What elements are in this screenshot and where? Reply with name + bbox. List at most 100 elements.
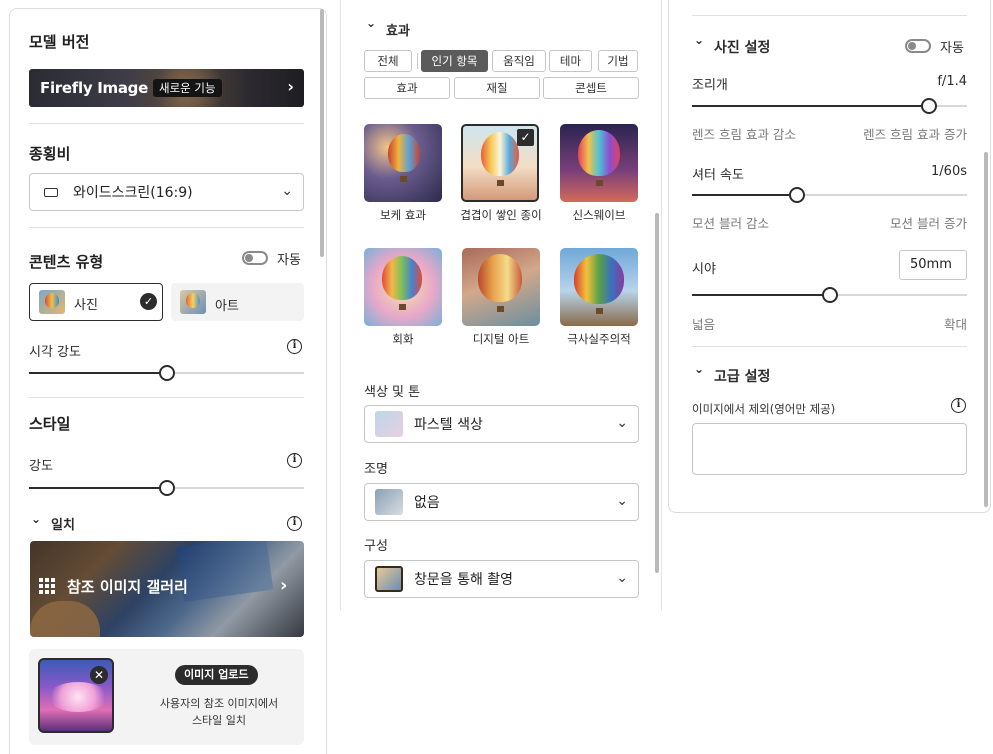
slider-fill [29, 372, 167, 374]
upload-image-button[interactable]: 이미지 업로드 [175, 665, 258, 685]
grid-icon [39, 578, 55, 594]
checkmark-icon: ✓ [140, 293, 157, 310]
visual-intensity-slider[interactable] [29, 365, 304, 381]
style-strength-slider[interactable] [29, 480, 304, 496]
reference-gallery-card[interactable]: 참조 이미지 갤러리 › [30, 541, 304, 637]
effect-bokeh-label: 보케 효과 [380, 208, 426, 222]
close-icon[interactable]: ✕ [90, 666, 108, 684]
upload-card: ✕ 이미지 업로드 사용자의 참조 이미지에서 스타일 일치 [29, 649, 304, 745]
effects-panel-scrollbar[interactable] [655, 213, 659, 573]
chevron-down-icon[interactable]: ⌄ [694, 33, 704, 47]
chip-separator [417, 53, 418, 69]
slider-thumb[interactable] [921, 98, 937, 114]
slider-fill [692, 194, 797, 196]
chevron-down-icon: ⌄ [616, 493, 628, 510]
fov-input[interactable]: 50mm [899, 250, 967, 280]
divider [29, 123, 304, 124]
chevron-down-icon[interactable]: ⌄ [31, 512, 41, 526]
shutter-slider[interactable] [692, 187, 967, 203]
filter-chip-technique[interactable]: 기법 [598, 50, 638, 72]
photo-thumbnail [39, 290, 65, 314]
effect-digital-art[interactable] [462, 248, 540, 326]
photo-settings-panel: ⌄ 사진 설정 자동 조리개 f/1.4 렌즈 흐림 효과 감소 렌즈 흐림 효… [668, 0, 991, 513]
effect-hyperrealistic[interactable] [560, 248, 638, 326]
checkmark-icon: ✓ [517, 129, 534, 146]
divider [29, 227, 304, 228]
divider [692, 15, 967, 16]
chevron-down-icon[interactable]: ⌄ [366, 16, 376, 30]
filter-chip-material[interactable]: 재질 [454, 77, 540, 99]
slider-thumb[interactable] [789, 187, 805, 203]
aspect-ratio-value: 와이드스크린(16:9) [73, 185, 193, 201]
aspect-ratio-select[interactable]: 와이드스크린(16:9) ⌄ [29, 173, 304, 211]
upload-desc-line1: 사용자의 참조 이미지에서 [159, 697, 279, 710]
slider-thumb[interactable] [822, 287, 838, 303]
composition-value: 창문을 통해 촬영 [414, 572, 514, 588]
shutter-label: 셔터 속도 [692, 168, 744, 183]
style-title: 스타일 [29, 415, 71, 433]
color-tone-value: 파스텔 색상 [414, 417, 483, 433]
filter-chip-movement[interactable]: 움직임 [492, 50, 546, 72]
effects-panel: ⌄ 효과 전체 인기 항목 움직임 테마 기법 효과 재질 콘셉트 보케 효과 … [340, 0, 662, 610]
slider-thumb[interactable] [159, 365, 175, 381]
gallery-label: 참조 이미지 갤러리 [67, 578, 188, 596]
advanced-settings-title[interactable]: 고급 설정 [714, 366, 770, 386]
match-title[interactable]: 일치 [51, 514, 75, 533]
info-icon[interactable]: i [951, 398, 966, 413]
composition-label: 구성 [364, 539, 388, 554]
filter-chip-all[interactable]: 전체 [364, 50, 412, 72]
filter-chip-effects[interactable]: 효과 [364, 77, 450, 99]
photo-settings-title[interactable]: 사진 설정 [714, 37, 770, 57]
filter-chip-popular[interactable]: 인기 항목 [421, 50, 488, 72]
firefly-model-banner[interactable]: Firefly Image 2 새로운 기능 › [29, 69, 304, 107]
effect-synthwave[interactable] [560, 124, 638, 202]
effect-layered-paper[interactable]: ✓ [461, 124, 539, 202]
exclude-textarea[interactable] [692, 423, 967, 475]
lighting-value: 없음 [414, 495, 440, 511]
slider-fill [29, 487, 167, 489]
effect-bokeh[interactable] [364, 124, 442, 202]
lighting-label: 조명 [364, 462, 388, 477]
fov-slider[interactable] [692, 287, 967, 303]
content-type-art[interactable]: 아트 [171, 283, 304, 321]
filter-chip-concept[interactable]: 콘셉트 [543, 77, 639, 99]
shutter-value: 1/60s [931, 164, 967, 179]
content-type-art-label: 아트 [215, 299, 239, 314]
composition-select[interactable]: 창문을 통해 촬영 ⌄ [364, 560, 639, 598]
new-feature-badge: 새로운 기능 [153, 79, 222, 97]
exclude-label: 이미지에서 제외(영어만 제공) [692, 402, 836, 416]
upload-desc-line2: 스타일 일치 [191, 714, 247, 727]
effects-title[interactable]: 효과 [386, 20, 410, 39]
aperture-min-label: 렌즈 흐림 효과 감소 [692, 127, 796, 142]
photo-settings-auto-toggle[interactable] [905, 39, 931, 53]
content-type-title: 콘텐츠 유형 [29, 253, 104, 271]
effect-digital-art-label: 디지털 아트 [472, 332, 530, 346]
aperture-slider[interactable] [692, 98, 967, 114]
content-type-photo-label: 사진 [74, 298, 98, 313]
content-type-photo[interactable]: 사진 ✓ [29, 283, 163, 321]
color-tone-label: 색상 및 톤 [364, 385, 421, 400]
generation-settings-panel: 모델 버전 Firefly Image 2 새로운 기능 › 종횡비 와이드스크… [9, 8, 327, 754]
chevron-down-icon: ⌄ [616, 415, 628, 432]
strength-label: 강도 [29, 459, 53, 474]
slider-thumb[interactable] [159, 480, 175, 496]
lighting-select[interactable]: 없음 ⌄ [364, 483, 639, 521]
effect-painting[interactable] [364, 248, 442, 326]
info-icon[interactable]: i [287, 453, 302, 468]
info-icon[interactable]: i [287, 516, 302, 531]
content-type-auto-toggle[interactable] [242, 251, 268, 265]
filter-chip-theme[interactable]: 테마 [549, 50, 592, 72]
content-type-auto-label: 자동 [277, 253, 301, 268]
chevron-down-icon: ⌄ [281, 183, 293, 200]
shutter-max-label: 모션 블러 증가 [890, 216, 967, 231]
divider [29, 397, 304, 398]
color-tone-select[interactable]: 파스텔 색상 ⌄ [364, 405, 639, 443]
lighting-thumbnail [375, 489, 403, 515]
photo-settings-auto-label: 자동 [940, 41, 964, 56]
left-panel-scrollbar[interactable] [320, 9, 324, 257]
effect-synthwave-label: 신스웨이브 [572, 208, 626, 222]
info-icon[interactable]: i [287, 339, 302, 354]
chevron-down-icon[interactable]: ⌄ [694, 362, 704, 376]
right-panel-scrollbar[interactable] [984, 152, 988, 507]
composition-thumbnail [375, 566, 403, 592]
